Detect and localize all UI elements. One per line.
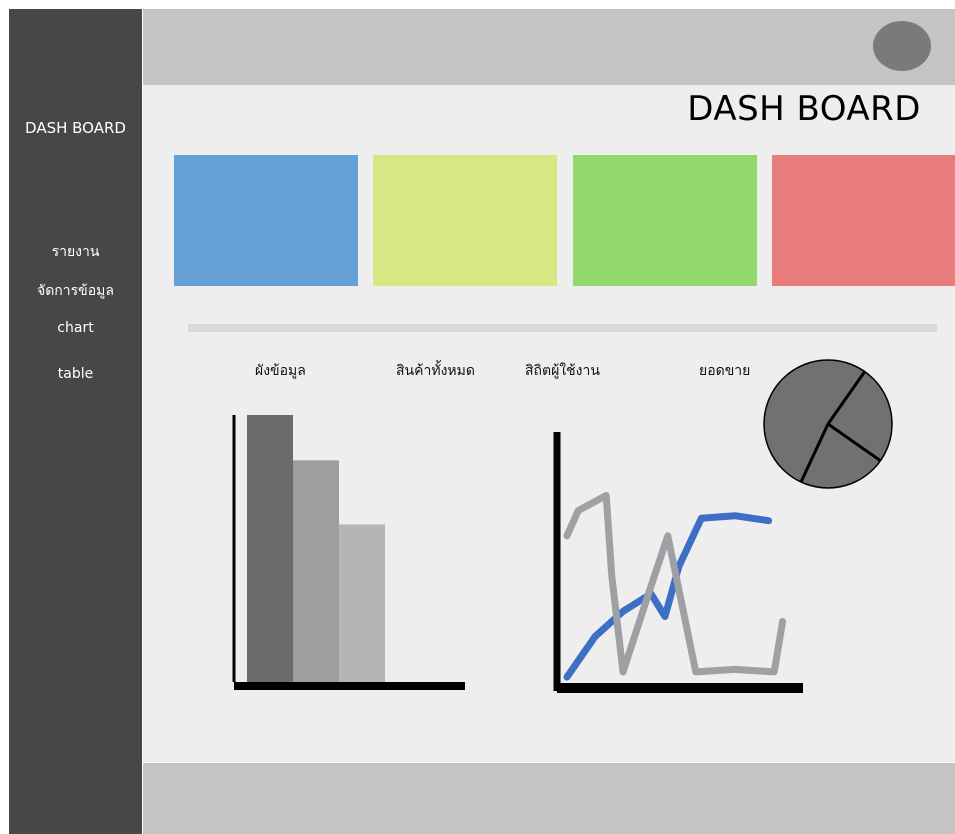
sidebar-item-table[interactable]: table — [9, 366, 142, 382]
sidebar-item-chart[interactable]: chart — [9, 320, 142, 336]
main-content: DASH BOARD ผังข้อมูล สินค้าทั้งหมด สิถิต… — [143, 85, 955, 762]
bar-1 — [247, 415, 293, 682]
top-bar — [143, 9, 955, 85]
sidebar-item-manage-data[interactable]: จัดการข้อมูล — [9, 280, 142, 302]
sidebar-item-report[interactable]: รายงาน — [9, 241, 142, 263]
line-series-2 — [563, 492, 787, 676]
bar-2 — [293, 460, 339, 682]
sidebar-brand[interactable]: DASH BOARD — [9, 119, 142, 137]
charts-area — [232, 359, 893, 693]
footer-bar — [143, 763, 955, 834]
user-avatar-icon[interactable] — [873, 21, 931, 71]
bar-3 — [339, 524, 385, 682]
sidebar: DASH BOARD รายงาน จัดการข้อมูล chart tab… — [9, 9, 142, 834]
